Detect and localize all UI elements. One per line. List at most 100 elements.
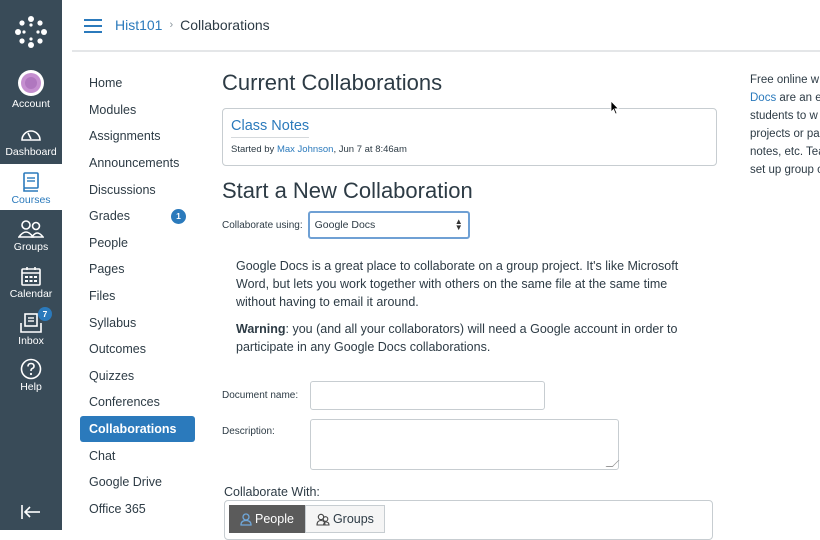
course-nav-collaborations[interactable]: Collaborations bbox=[80, 415, 195, 443]
collaborator-tabs: People Groups bbox=[229, 505, 385, 533]
description-paragraph: Google Docs is a great place to collabor… bbox=[236, 259, 679, 309]
help-icon bbox=[20, 357, 42, 381]
course-nav-label: Modules bbox=[89, 102, 137, 117]
course-nav-home[interactable]: Home bbox=[80, 70, 195, 97]
course-nav-files[interactable]: Files bbox=[80, 283, 195, 310]
collaborate-using-label: Collaborate using: bbox=[222, 219, 303, 231]
course-nav-label: Files bbox=[89, 289, 116, 304]
course-nav-label: Outcomes bbox=[89, 342, 146, 357]
global-nav-inbox[interactable]: 7 Inbox bbox=[0, 307, 62, 356]
course-nav-label: Google Drive bbox=[89, 475, 162, 490]
course-nav-announcements[interactable]: Announcements bbox=[80, 150, 195, 177]
warning-paragraph: Warning: you (and all your collaborators… bbox=[236, 320, 706, 356]
document-name-input[interactable] bbox=[310, 381, 545, 410]
description-label: Description: bbox=[222, 426, 275, 437]
course-nav-office-365[interactable]: Office 365 bbox=[80, 496, 195, 523]
breadcrumb: Hist101 › Collaborations bbox=[115, 17, 270, 33]
course-nav-syllabus[interactable]: Syllabus bbox=[80, 309, 195, 336]
inbox-icon: 7 bbox=[20, 307, 52, 335]
warning-label: Warning bbox=[236, 322, 286, 336]
tab-people[interactable]: People bbox=[229, 505, 305, 533]
course-nav-assignments[interactable]: Assignments bbox=[80, 123, 195, 150]
global-nav-help[interactable]: Help bbox=[0, 355, 62, 402]
dashboard-icon bbox=[20, 122, 42, 146]
course-nav-quizzes[interactable]: Quizzes bbox=[80, 363, 195, 390]
started-by-text: Started by bbox=[231, 144, 277, 155]
course-nav-chat[interactable]: Chat bbox=[80, 442, 195, 469]
global-nav-label: Inbox bbox=[18, 335, 44, 347]
course-nav-people[interactable]: People bbox=[80, 230, 195, 257]
course-nav-label: Syllabus bbox=[89, 315, 137, 330]
course-nav-pages[interactable]: Pages bbox=[80, 256, 195, 283]
tab-groups[interactable]: Groups bbox=[304, 505, 385, 533]
google-docs-link[interactable]: Docs bbox=[750, 92, 776, 104]
groups-icon bbox=[18, 217, 44, 241]
aside-line: Free online w bbox=[750, 74, 820, 86]
warning-text: : you (and all your collaborators) will … bbox=[236, 322, 678, 354]
courses-icon bbox=[23, 170, 39, 194]
course-nav-label: People bbox=[89, 235, 128, 250]
course-nav-label: Pages bbox=[89, 262, 125, 277]
grades-badge: 1 bbox=[171, 208, 186, 224]
collaboration-title-link[interactable]: Class Notes bbox=[231, 118, 310, 138]
header-divider bbox=[72, 50, 820, 52]
select-value: Google Docs bbox=[314, 219, 376, 231]
canvas-logo[interactable] bbox=[0, 10, 62, 54]
right-sidebar-info: Free online w Docs are an ex students to… bbox=[750, 71, 820, 179]
hamburger-icon bbox=[84, 19, 102, 21]
hamburger-line bbox=[84, 31, 102, 33]
global-nav: Account Dashboard Courses Groups Calenda… bbox=[0, 0, 62, 530]
aside-line: Docs are an ex bbox=[750, 89, 820, 107]
course-nav-modules[interactable]: Modules bbox=[80, 97, 195, 124]
global-nav-label: Calendar bbox=[9, 288, 53, 300]
global-nav-groups[interactable]: Groups bbox=[0, 215, 62, 262]
collapse-nav-button[interactable] bbox=[0, 500, 62, 524]
page-header: Hist101 › Collaborations bbox=[62, 0, 820, 52]
global-nav-label: Courses bbox=[11, 194, 51, 206]
course-nav: Home Modules Assignments Announcements D… bbox=[80, 70, 195, 522]
collaboration-date: , Jun 7 at 8:46am bbox=[333, 144, 407, 155]
global-nav-courses[interactable]: Courses bbox=[0, 164, 62, 210]
global-nav-dashboard[interactable]: Dashboard bbox=[0, 120, 62, 167]
aside-line: projects or pa bbox=[750, 128, 820, 140]
person-icon bbox=[240, 512, 252, 526]
collaboration-type-select[interactable]: Google Docs ▲ ▼ bbox=[307, 211, 470, 239]
aside-line: notes, etc. Tea bbox=[750, 146, 820, 158]
calendar-icon bbox=[21, 264, 41, 288]
hamburger-line bbox=[84, 25, 102, 27]
description-textarea[interactable] bbox=[310, 419, 619, 470]
new-collaboration-heading: Start a New Collaboration bbox=[222, 178, 473, 203]
course-nav-grades[interactable]: Grades 1 bbox=[80, 203, 195, 230]
course-nav-label: Discussions bbox=[89, 182, 156, 197]
global-nav-label: Dashboard bbox=[5, 146, 57, 158]
tab-label: Groups bbox=[332, 512, 374, 526]
course-nav-outcomes[interactable]: Outcomes bbox=[80, 336, 195, 363]
aside-line: set up group c bbox=[750, 164, 820, 176]
collaboration-card: Class Notes Started by Max Johnson, Jun … bbox=[222, 108, 717, 166]
account-avatar-icon bbox=[17, 68, 45, 98]
current-collaborations-heading: Current Collaborations bbox=[222, 70, 443, 95]
collaboration-meta: Started by Max Johnson, Jun 7 at 8:46am bbox=[231, 144, 708, 155]
breadcrumb-course-link[interactable]: Hist101 bbox=[115, 17, 162, 33]
global-nav-calendar[interactable]: Calendar bbox=[0, 262, 62, 309]
course-menu-toggle[interactable] bbox=[84, 19, 102, 33]
collaborate-using-row: Collaborate using: Google Docs ▲ ▼ bbox=[222, 211, 717, 239]
course-nav-google-drive[interactable]: Google Drive bbox=[80, 469, 195, 496]
main-content: Current Collaborations Class Notes Start… bbox=[222, 70, 717, 540]
course-nav-label: Assignments bbox=[89, 129, 161, 144]
course-nav-discussions[interactable]: Discussions bbox=[80, 176, 195, 203]
global-nav-account[interactable]: Account bbox=[0, 66, 62, 113]
course-nav-conferences[interactable]: Conferences bbox=[80, 389, 195, 416]
course-nav-label: Announcements bbox=[89, 156, 180, 171]
description-row: Description: bbox=[222, 419, 619, 470]
document-name-label: Document name: bbox=[222, 390, 299, 401]
select-arrows-icon: ▲ ▼ bbox=[454, 217, 463, 232]
aside-text: are an ex bbox=[779, 92, 820, 104]
document-name-row: Document name: bbox=[222, 381, 545, 410]
course-nav-label: Conferences bbox=[89, 395, 160, 410]
course-nav-label: Grades bbox=[89, 209, 130, 224]
service-description: Google Docs is a great place to collabor… bbox=[236, 257, 706, 356]
tab-label: People bbox=[255, 512, 294, 526]
collaborate-with-label: Collaborate With: bbox=[224, 485, 320, 499]
author-link[interactable]: Max Johnson bbox=[277, 144, 334, 155]
